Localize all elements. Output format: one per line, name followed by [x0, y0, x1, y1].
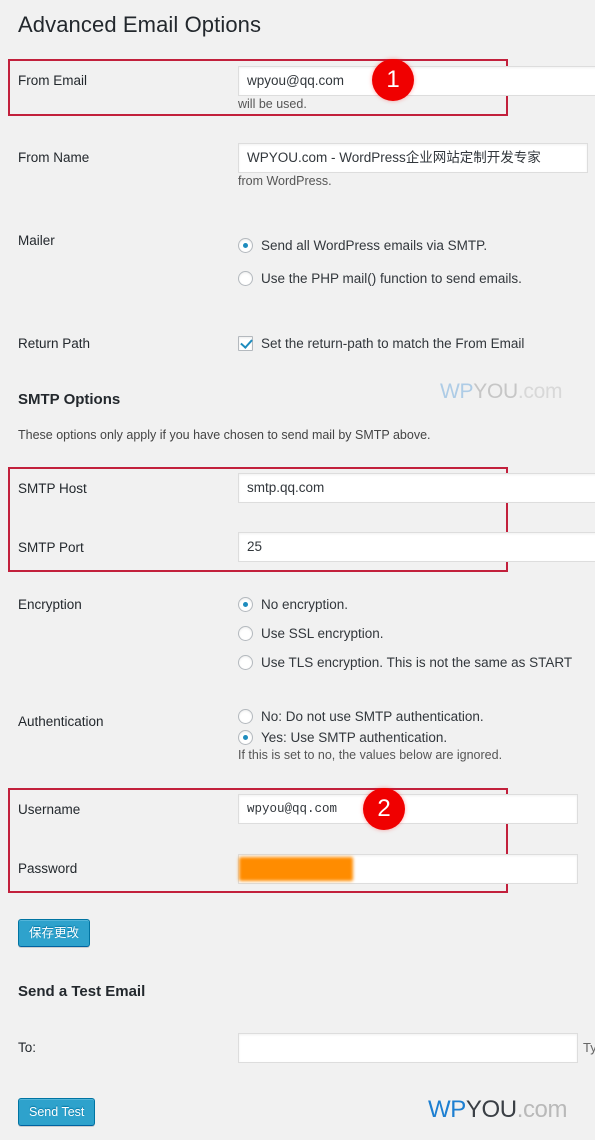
mailer-option-smtp[interactable]: Send all WordPress emails via SMTP. [238, 238, 487, 253]
smtp-port-label: SMTP Port [18, 540, 84, 555]
authentication-option-no-label: No: Do not use SMTP authentication. [261, 709, 484, 724]
from-email-label: From Email [18, 73, 88, 88]
logo-wp: WP [428, 1096, 466, 1123]
radio-icon-authentication-no[interactable] [238, 709, 253, 724]
radio-icon-authentication-yes[interactable] [238, 730, 253, 745]
test-email-to-hint: Ty [583, 1040, 595, 1055]
test-email-to-input[interactable] [238, 1033, 578, 1063]
encryption-option-tls[interactable]: Use TLS encryption. This is not the same… [238, 655, 572, 670]
advanced-email-options-page: Advanced Email Options From Email wpyou@… [0, 0, 595, 1140]
mailer-option-php-mail[interactable]: Use the PHP mail() function to send emai… [238, 271, 522, 286]
from-name-label: From Name [18, 150, 90, 165]
wpyou-watermark: WPYOU.com [440, 380, 562, 404]
logo-you: YOU [465, 1096, 517, 1123]
return-path-option[interactable]: Set the return-path to match the From Em… [238, 336, 524, 351]
from-email-helper: will be used. [238, 97, 307, 111]
authentication-helper: If this is set to no, the values below a… [238, 748, 503, 762]
return-path-label: Return Path [18, 336, 91, 351]
encryption-label: Encryption [18, 597, 82, 612]
mailer-label: Mailer [18, 233, 55, 248]
wpyou-logo: WPYOU.com [428, 1096, 568, 1124]
save-changes-button[interactable]: 保存更改 [18, 919, 91, 947]
encryption-option-none[interactable]: No encryption. [238, 597, 348, 612]
from-name-helper: from WordPress. [238, 174, 332, 188]
radio-icon-encryption-ssl[interactable] [238, 626, 253, 641]
authentication-option-yes-label: Yes: Use SMTP authentication. [261, 730, 448, 745]
encryption-option-tls-label: Use TLS encryption. This is not the same… [261, 655, 573, 670]
encryption-option-ssl[interactable]: Use SSL encryption. [238, 626, 384, 641]
annotation-badge-1: 1 [372, 59, 414, 101]
password-label: Password [18, 861, 78, 876]
username-label: Username [18, 802, 81, 817]
watermark-you: YOU [473, 380, 518, 403]
smtp-host-input[interactable]: smtp.qq.com [238, 473, 595, 503]
radio-icon-mailer-smtp[interactable] [238, 238, 253, 253]
page-title: Advanced Email Options [18, 12, 262, 37]
mailer-option-smtp-label: Send all WordPress emails via SMTP. [261, 238, 488, 253]
smtp-options-description: These options only apply if you have cho… [18, 428, 431, 442]
watermark-dot: .com [517, 380, 563, 403]
authentication-label: Authentication [18, 714, 104, 729]
encryption-option-none-label: No encryption. [261, 597, 349, 612]
password-redaction-overlay [239, 857, 353, 881]
radio-icon-mailer-php-mail[interactable] [238, 271, 253, 286]
smtp-host-label: SMTP Host [18, 481, 87, 496]
smtp-port-input[interactable]: 25 [238, 532, 595, 562]
radio-icon-encryption-none[interactable] [238, 597, 253, 612]
from-name-input[interactable]: WPYOU.com - WordPress企业网站定制开发专家 [238, 143, 588, 173]
annotation-badge-2: 2 [363, 788, 405, 830]
from-email-input[interactable]: wpyou@qq.com [238, 66, 595, 96]
return-path-checkbox-label: Set the return-path to match the From Em… [261, 336, 525, 351]
checkbox-icon-return-path[interactable] [238, 336, 253, 351]
authentication-option-yes[interactable]: Yes: Use SMTP authentication. [238, 730, 447, 745]
radio-icon-encryption-tls[interactable] [238, 655, 253, 670]
send-test-email-title: Send a Test Email [18, 983, 146, 1000]
test-email-to-label: To: [18, 1040, 37, 1055]
watermark-wp: WP [440, 380, 474, 403]
smtp-options-title: SMTP Options [18, 391, 121, 408]
encryption-option-ssl-label: Use SSL encryption. [261, 626, 384, 641]
send-test-button[interactable]: Send Test [18, 1098, 96, 1126]
username-input[interactable]: wpyou@qq.com [238, 794, 578, 824]
mailer-option-php-mail-label: Use the PHP mail() function to send emai… [261, 271, 522, 286]
authentication-option-no[interactable]: No: Do not use SMTP authentication. [238, 709, 484, 724]
logo-dot: .com [516, 1096, 568, 1123]
